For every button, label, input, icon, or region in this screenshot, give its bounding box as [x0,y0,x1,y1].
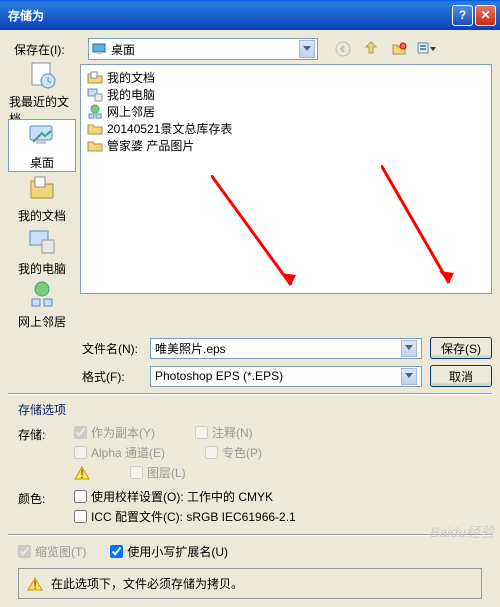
options-title: 存储选项 [18,401,482,418]
window-title: 存储为 [8,7,450,24]
list-item[interactable]: 网上邻居 [85,103,487,120]
save-button[interactable]: 保存(S) [430,337,492,359]
folder-icon [87,70,103,86]
annotations-checkbox: 注释(N) [195,424,253,441]
spot-checkbox: 专色(P) [205,444,262,461]
color-label: 颜色: [18,488,74,507]
storage-label: 存储: [18,424,74,443]
svg-text:!: ! [80,467,83,480]
up-button[interactable] [360,38,382,60]
file-list[interactable]: 我的文档 我的电脑 网上邻居 20140521景文总库存表 管家婆 产品图片 [80,64,492,294]
warning-icon: ! [74,466,90,480]
annotation-arrow-right [381,165,461,294]
alpha-checkbox: Alpha 通道(E) [74,444,165,461]
recent-docs-icon [26,59,58,91]
places-sidebar: 我最近的文档 桌面 我的文档 我的电脑 网上邻居 [8,64,76,331]
proof-checkbox[interactable]: 使用校样设置(O): 工作中的 CMYK [74,488,273,505]
desktop-icon [91,41,107,57]
filename-label: 文件名(N): [82,340,142,357]
layers-checkbox: 图层(L) [130,464,186,481]
format-combo[interactable]: Photoshop EPS (*.EPS) [150,366,422,387]
computer-icon [87,87,103,103]
save-in-value: 桌面 [111,41,135,58]
documents-icon [26,173,58,205]
sidebar-item-desktop[interactable]: 桌面 [8,119,76,172]
folder-icon [87,121,103,137]
lowercase-ext-checkbox[interactable]: 使用小写扩展名(U) [110,543,228,560]
watermark: Baidu经验 [430,522,494,542]
chevron-down-icon [299,40,315,58]
annotation-arrow-left [211,175,301,294]
sidebar-item-recent[interactable]: 我最近的文档 [8,66,76,119]
close-button[interactable]: ✕ [475,5,496,26]
sidebar-item-documents[interactable]: 我的文档 [8,172,76,225]
cancel-button[interactable]: 取消 [430,365,492,387]
help-button[interactable]: ? [452,5,473,26]
warning-icon: ! [27,577,43,591]
save-in-label: 保存在(I): [14,41,82,58]
folder-icon [87,138,103,154]
list-item[interactable]: 我的文档 [85,69,487,86]
icc-checkbox[interactable]: ICC 配置文件(C): sRGB IEC61966-2.1 [74,508,296,525]
computer-icon [26,226,58,258]
view-menu-button[interactable] [416,38,438,60]
svg-text:!: ! [33,578,36,591]
chevron-down-icon [401,340,417,357]
thumbnail-checkbox: 缩览图(T) [18,543,86,560]
list-item[interactable]: 我的电脑 [85,86,487,103]
format-label: 格式(F): [82,368,142,385]
network-icon [87,104,103,120]
chevron-down-icon [401,368,417,385]
save-in-combo[interactable]: 桌面 [88,38,318,60]
new-folder-button[interactable] [388,38,410,60]
sidebar-item-network[interactable]: 网上邻居 [8,278,76,331]
warning-text: 在此选项下，文件必须存储为拷贝。 [51,575,243,592]
as-copy-checkbox: 作为副本(Y) [74,424,155,441]
filename-input[interactable]: 唯美照片.eps [150,338,422,359]
titlebar: 存储为 ? ✕ [0,0,500,30]
warning-message: ! 在此选项下，文件必须存储为拷贝。 [18,568,482,599]
back-button[interactable] [332,38,354,60]
network-icon [26,279,58,311]
list-item[interactable]: 20140521景文总库存表 [85,120,487,137]
list-item[interactable]: 管家婆 产品图片 [85,137,487,154]
sidebar-item-computer[interactable]: 我的电脑 [8,225,76,278]
desktop-icon [26,120,58,152]
